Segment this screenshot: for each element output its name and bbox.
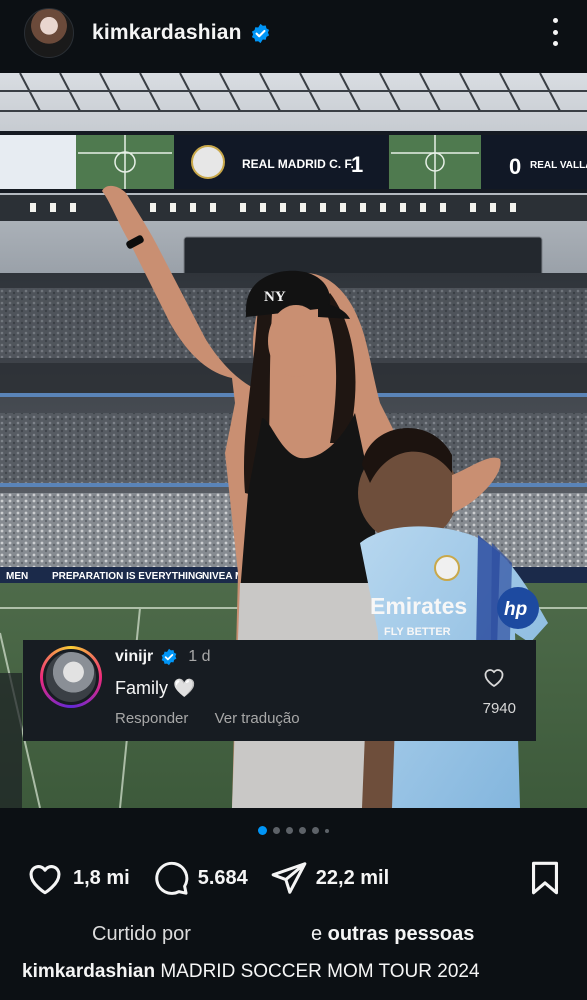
more-vertical-icon[interactable] — [550, 18, 560, 46]
jersey-sponsor: Emirates — [370, 593, 467, 619]
scoreboard-away-score: 0 — [509, 154, 521, 179]
liked-by-others[interactable]: outras pessoas — [328, 923, 475, 945]
post-header: kimkardashian — [0, 0, 587, 66]
comment-like-count: 7940 — [482, 700, 516, 717]
liked-by-line[interactable]: Curtido por e outras pessoas — [92, 923, 474, 946]
scoreboard-home-score: 1 — [351, 152, 363, 177]
author-username[interactable]: kimkardashian — [92, 21, 242, 45]
scoreboard-away-team: REAL VALLADO — [530, 160, 587, 171]
carousel-dot[interactable] — [273, 827, 280, 834]
post-actions: 1,8 mi 5.684 22,2 mil — [25, 858, 562, 898]
comment-header: vinijr 1 d — [115, 648, 210, 666]
commenter-avatar[interactable] — [40, 646, 102, 708]
comment-text: Family 🤍 — [115, 678, 196, 698]
ad-board-preparation: PREPARATION IS EVERYTHING — [52, 571, 203, 582]
comment-button[interactable]: 5.684 — [152, 859, 248, 897]
carousel-dot[interactable] — [258, 826, 267, 835]
scoreboard-home-team: REAL MADRID C. F. — [242, 157, 354, 171]
carousel-dot[interactable] — [286, 827, 293, 834]
jersey-sleeve-logo: hp — [504, 599, 527, 620]
post-caption: kimkardashian MADRID SOCCER MOM TOUR 202… — [22, 961, 480, 983]
commenter-username[interactable]: vinijr — [115, 648, 153, 666]
reply-button[interactable]: Responder — [115, 710, 188, 727]
cap-logo: NY — [264, 289, 286, 305]
carousel-indicator — [0, 826, 587, 835]
share-icon — [271, 862, 307, 894]
comment-like-button[interactable] — [476, 666, 512, 693]
carousel-dot[interactable] — [299, 827, 306, 834]
bookmark-icon — [531, 861, 559, 895]
jersey-sponsor-tagline: FLY BETTER — [384, 626, 451, 638]
caption-text: MADRID SOCCER MOM TOUR 2024 — [160, 961, 480, 982]
translate-button[interactable]: Ver tradução — [215, 710, 300, 727]
heart-icon — [29, 865, 61, 895]
share-button[interactable]: 22,2 mil — [270, 860, 389, 896]
carousel-dot[interactable] — [325, 828, 329, 833]
like-button[interactable]: 1,8 mi — [25, 860, 130, 896]
comment-actions: Responder Ver tradução — [115, 710, 322, 727]
heart-outline-icon — [484, 669, 504, 687]
verified-badge-icon — [161, 648, 177, 666]
verified-badge-icon — [251, 23, 269, 43]
author-avatar[interactable] — [24, 8, 74, 58]
comment-icon — [154, 861, 188, 895]
save-button[interactable] — [528, 860, 562, 901]
pinned-comment[interactable]: vinijr 1 d Family 🤍 Responder Ver traduç… — [23, 640, 536, 741]
caption-username[interactable]: kimkardashian — [22, 961, 155, 982]
ad-board-prefix: MEN — [6, 571, 28, 582]
liked-by-conjunction: e — [310, 923, 323, 945]
comment-count: 5.684 — [197, 866, 248, 889]
comment-time: 1 d — [188, 648, 211, 665]
liked-by-prefix: Curtido por — [92, 923, 191, 945]
like-count: 1,8 mi — [73, 866, 130, 889]
share-count: 22,2 mil — [315, 866, 390, 889]
carousel-dot[interactable] — [312, 827, 319, 834]
